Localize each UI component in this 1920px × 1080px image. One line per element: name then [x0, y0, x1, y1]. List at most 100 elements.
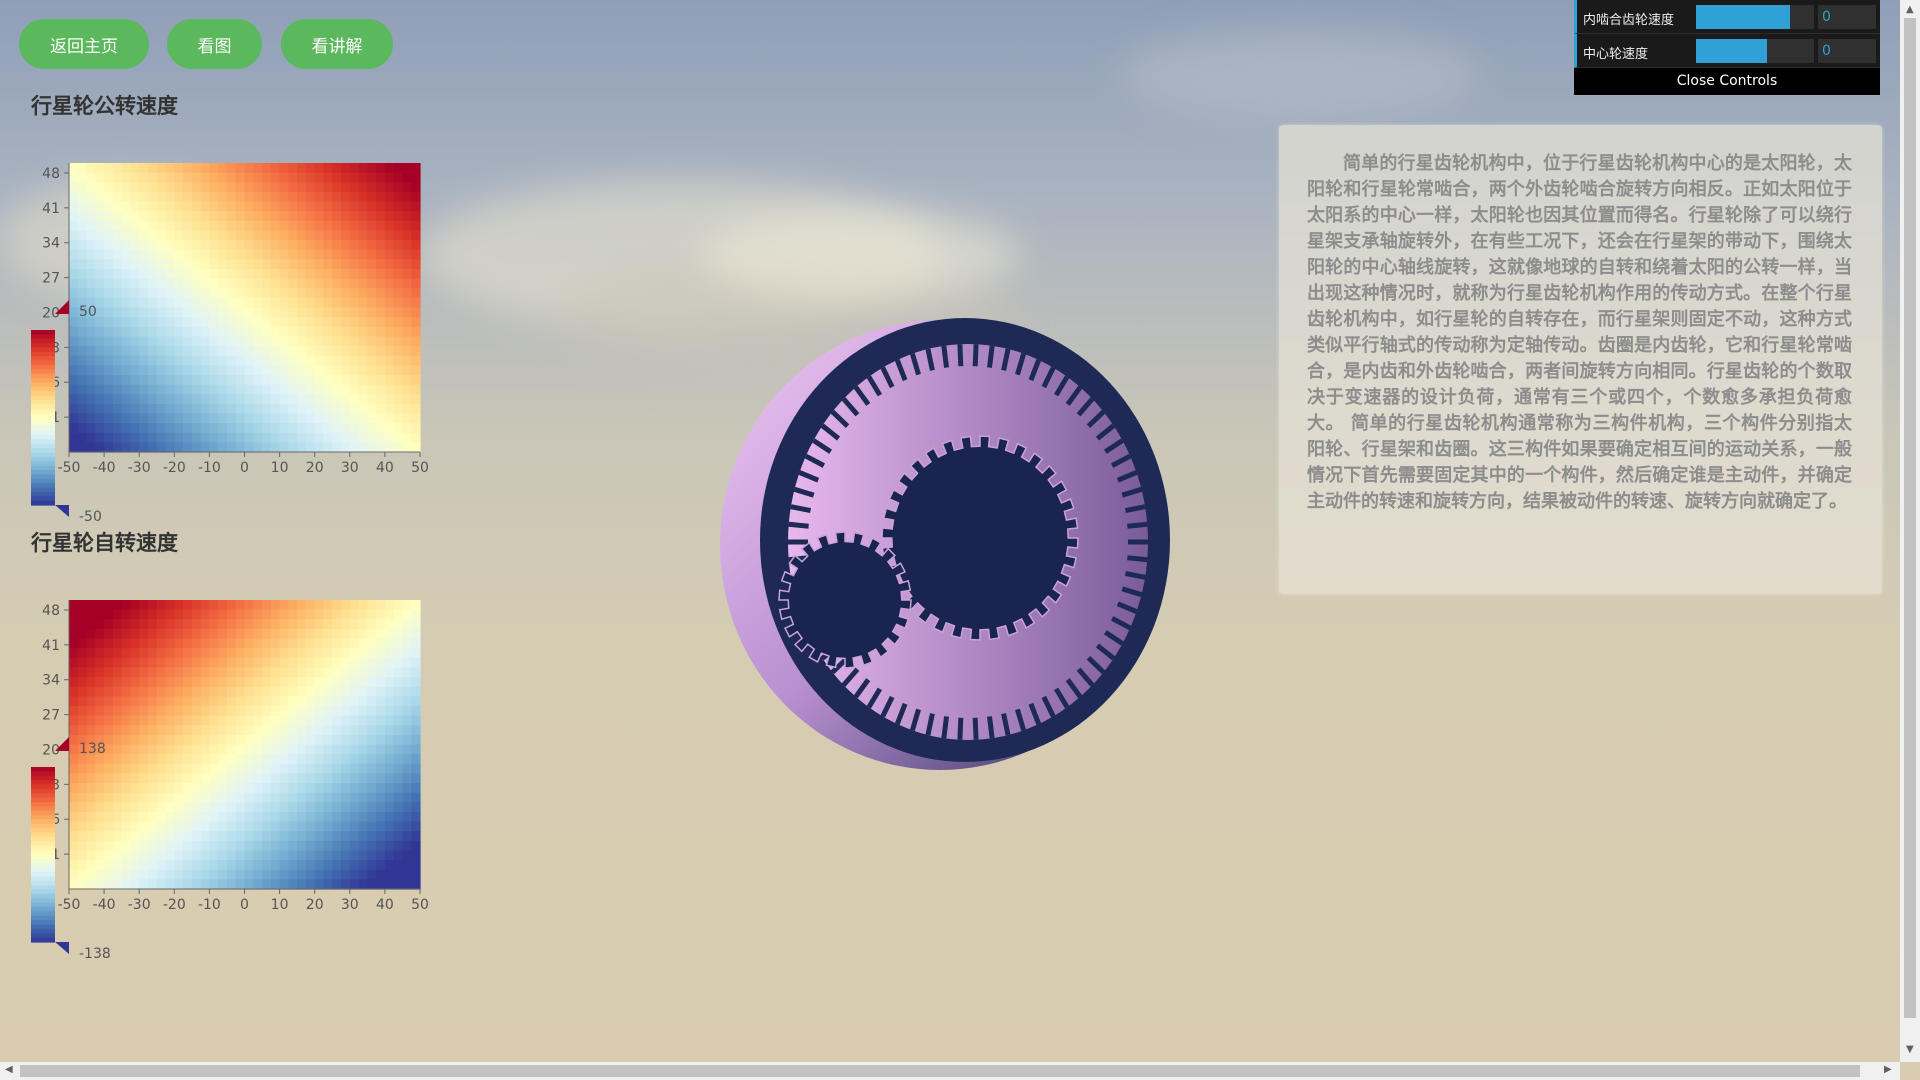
heatmap-cell — [349, 268, 360, 280]
heatmap-cell — [200, 326, 210, 337]
heatmap-cell — [121, 442, 132, 453]
heatmap-cell — [226, 734, 237, 746]
heatmap-cell — [77, 346, 88, 357]
heatmap-cell — [314, 840, 325, 852]
heatmap-cell — [139, 297, 149, 309]
heatmap-cell — [305, 191, 316, 203]
vertical-scroll-thumb[interactable] — [1904, 18, 1916, 1018]
heatmap-cell — [104, 715, 114, 726]
heatmap-cell — [262, 705, 272, 717]
heatmap-cell — [183, 850, 193, 861]
heatmap-cell — [235, 355, 246, 366]
heatmap-cell — [349, 163, 360, 174]
heatmap-cell — [244, 705, 254, 717]
heatmap-cell — [244, 802, 254, 813]
scroll-up-icon[interactable]: ▲ — [1906, 4, 1914, 15]
heatmap-cell — [226, 413, 237, 424]
heatmap-cell — [297, 365, 307, 376]
legend-gradient-segment — [31, 928, 55, 934]
heatmap-cell — [411, 288, 421, 299]
scroll-down-icon[interactable]: ▼ — [1906, 1044, 1914, 1055]
heatmap-cell — [262, 831, 272, 842]
heatmap-cell — [384, 638, 395, 649]
heatmap-cell — [69, 182, 79, 193]
heatmap-cell — [332, 850, 342, 861]
heatmap-cell — [358, 715, 368, 726]
heatmap-cell — [402, 259, 412, 270]
horizontal-scroll-thumb[interactable] — [20, 1065, 1860, 1077]
heatmap-cell — [86, 288, 96, 299]
heatmap-cell — [402, 705, 412, 717]
heatmap-cell — [253, 600, 263, 611]
heatmap-cell — [174, 163, 184, 174]
heatmap-cell — [218, 677, 228, 688]
heatmap-cell — [253, 831, 263, 842]
heatmap-cell — [86, 336, 96, 347]
heatmap-cell — [130, 792, 140, 803]
heatmap-cell — [226, 860, 237, 871]
heatmap-cell — [367, 715, 377, 726]
heatmap-cell — [349, 278, 360, 289]
heatmap-cell — [297, 725, 307, 736]
heatmap-cell — [279, 423, 289, 434]
heatmap-cell — [253, 336, 263, 347]
ring-gear-speed-input[interactable] — [1818, 5, 1876, 29]
heatmap-cell — [358, 365, 368, 376]
heatmap-cell — [323, 600, 333, 611]
heatmap-cell — [253, 268, 263, 280]
sun-gear-speed-slider[interactable] — [1696, 39, 1814, 63]
heatmap-cell — [314, 365, 325, 376]
heatmap-cell — [411, 840, 421, 852]
heatmap-cell — [95, 667, 105, 678]
heatmap-cell — [253, 346, 263, 357]
heatmap-cell — [262, 609, 272, 620]
heatmap-cell — [314, 307, 325, 318]
legend-gradient-segment — [31, 347, 55, 353]
heatmap-cell — [200, 423, 210, 434]
heatmap-cell — [218, 696, 228, 707]
heatmap-cell — [341, 220, 351, 232]
heatmap-cell — [95, 355, 105, 366]
ring-tooth — [972, 717, 979, 740]
heatmap-cell — [314, 628, 325, 640]
horizontal-scrollbar[interactable]: ◀ ▶ — [0, 1062, 1900, 1080]
heatmap-cell — [183, 657, 193, 669]
heatmap-cell — [323, 754, 333, 765]
scroll-left-icon[interactable]: ◀ — [5, 1064, 13, 1075]
heatmap-cell — [297, 288, 307, 299]
heatmap-cell — [279, 821, 289, 832]
heatmap-cell — [323, 792, 333, 803]
heatmap-cell — [393, 336, 404, 347]
heatmap-cell — [139, 374, 149, 386]
heatmap-cell — [323, 191, 333, 203]
heatmap-cell — [226, 317, 237, 328]
heatmap-cell — [147, 211, 158, 222]
close-controls-button[interactable]: Close Controls — [1574, 70, 1880, 95]
heatmap-cell — [262, 317, 272, 328]
view-explanation-button[interactable]: 看讲解 — [281, 19, 393, 69]
heatmap-cell — [147, 869, 158, 880]
legend-gradient-segment — [31, 858, 55, 864]
heatmap-cell — [314, 648, 325, 659]
view-picture-button[interactable]: 看图 — [167, 19, 262, 69]
heatmap-cell — [270, 201, 281, 212]
ring-gear-speed-slider[interactable] — [1696, 5, 1814, 29]
heatmap-cell — [69, 879, 79, 890]
heatmap-cell — [349, 259, 360, 270]
heatmap-cell — [367, 705, 377, 717]
heatmap-cell — [349, 326, 360, 337]
vertical-scrollbar[interactable]: ▲ ▼ — [1900, 0, 1920, 1062]
home-button[interactable]: 返回主页 — [19, 19, 149, 69]
heatmap-cell — [95, 696, 105, 707]
scroll-right-icon[interactable]: ▶ — [1884, 1064, 1892, 1075]
heatmap-cell — [77, 802, 88, 813]
heatmap-cell — [262, 259, 272, 270]
explanation-panel: 简单的行星齿轮机构中，位于行星齿轮机构中心的是太阳轮，太阳轮和行星轮常啮合，两个… — [1279, 125, 1882, 594]
heatmap-cell — [209, 628, 219, 640]
heatmap-cell — [218, 326, 228, 337]
planetary-gear-model[interactable] — [720, 305, 1180, 775]
heatmap-cell — [130, 860, 140, 871]
heatmap-cell — [95, 374, 105, 386]
heatmap-cell — [77, 783, 88, 794]
sun-gear-speed-input[interactable] — [1818, 39, 1876, 63]
